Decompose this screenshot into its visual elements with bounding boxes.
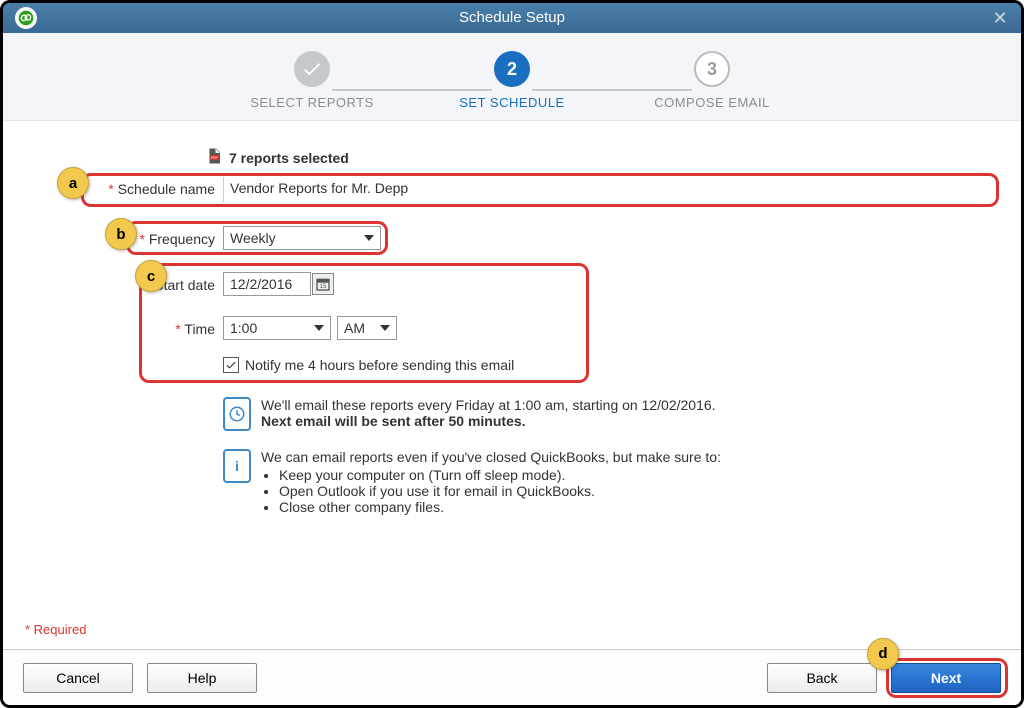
- notify-label: Notify me 4 hours before sending this em…: [245, 357, 514, 373]
- schedule-name-input[interactable]: Vendor Reports for Mr. Depp: [223, 177, 993, 202]
- button-bar: Cancel Help Back d Next: [3, 649, 1021, 705]
- reports-selected-label: PDF 7 reports selected: [205, 147, 349, 168]
- callout-d: d: [867, 638, 899, 670]
- info-tips-list: Keep your computer on (Turn off sleep mo…: [261, 467, 721, 515]
- help-button[interactable]: Help: [147, 663, 257, 693]
- notify-checkbox[interactable]: [223, 357, 239, 373]
- quickbooks-logo-icon: [15, 7, 37, 29]
- time-label: * Time: [75, 321, 215, 337]
- cancel-button[interactable]: Cancel: [23, 663, 133, 693]
- info-tips: i We can email reports even if you've cl…: [223, 449, 863, 515]
- list-item: Keep your computer on (Turn off sleep mo…: [279, 467, 721, 483]
- info-schedule: We'll email these reports every Friday a…: [223, 397, 863, 431]
- svg-text:15: 15: [320, 284, 327, 290]
- required-note: * Required: [25, 622, 86, 637]
- window-title: Schedule Setup: [459, 9, 565, 26]
- notify-checkbox-row[interactable]: Notify me 4 hours before sending this em…: [223, 357, 514, 373]
- calendar-icon[interactable]: 15: [312, 273, 334, 295]
- stepper: SELECT REPORTS 2 SET SCHEDULE 3 COMPOSE …: [3, 33, 1021, 121]
- ampm-select[interactable]: AM: [337, 316, 397, 340]
- list-item: Close other company files.: [279, 499, 721, 515]
- svg-text:PDF: PDF: [211, 156, 219, 160]
- chevron-down-icon: [380, 325, 390, 331]
- chevron-down-icon: [364, 235, 374, 241]
- step-1: SELECT REPORTS: [212, 51, 412, 110]
- back-button[interactable]: Back: [767, 663, 877, 693]
- clock-icon: [223, 397, 251, 431]
- list-item: Open Outlook if you use it for email in …: [279, 483, 721, 499]
- step-3: 3 COMPOSE EMAIL: [612, 51, 812, 110]
- chevron-down-icon: [314, 325, 324, 331]
- info-icon: i: [223, 449, 251, 483]
- start-date-input[interactable]: 12/2/2016: [223, 272, 311, 296]
- content-area: PDF 7 reports selected a * Schedule name…: [15, 133, 1009, 645]
- callout-a: a: [57, 167, 89, 199]
- schedule-setup-window: Schedule Setup ✕ SELECT REPORTS 2 SET SC…: [0, 0, 1024, 708]
- callout-b: b: [105, 218, 137, 250]
- next-button[interactable]: Next: [891, 663, 1001, 693]
- schedule-name-label: * Schedule name: [75, 181, 215, 197]
- titlebar: Schedule Setup ✕: [3, 3, 1021, 33]
- close-icon[interactable]: ✕: [991, 9, 1009, 27]
- time-select[interactable]: 1:00: [223, 316, 331, 340]
- frequency-select[interactable]: Weekly: [223, 226, 381, 250]
- step-2: 2 SET SCHEDULE: [412, 51, 612, 110]
- frequency-label: * Frequency: [75, 231, 215, 247]
- pdf-icon: PDF: [205, 147, 223, 168]
- callout-c: c: [135, 260, 167, 292]
- checkmark-icon: [294, 51, 330, 87]
